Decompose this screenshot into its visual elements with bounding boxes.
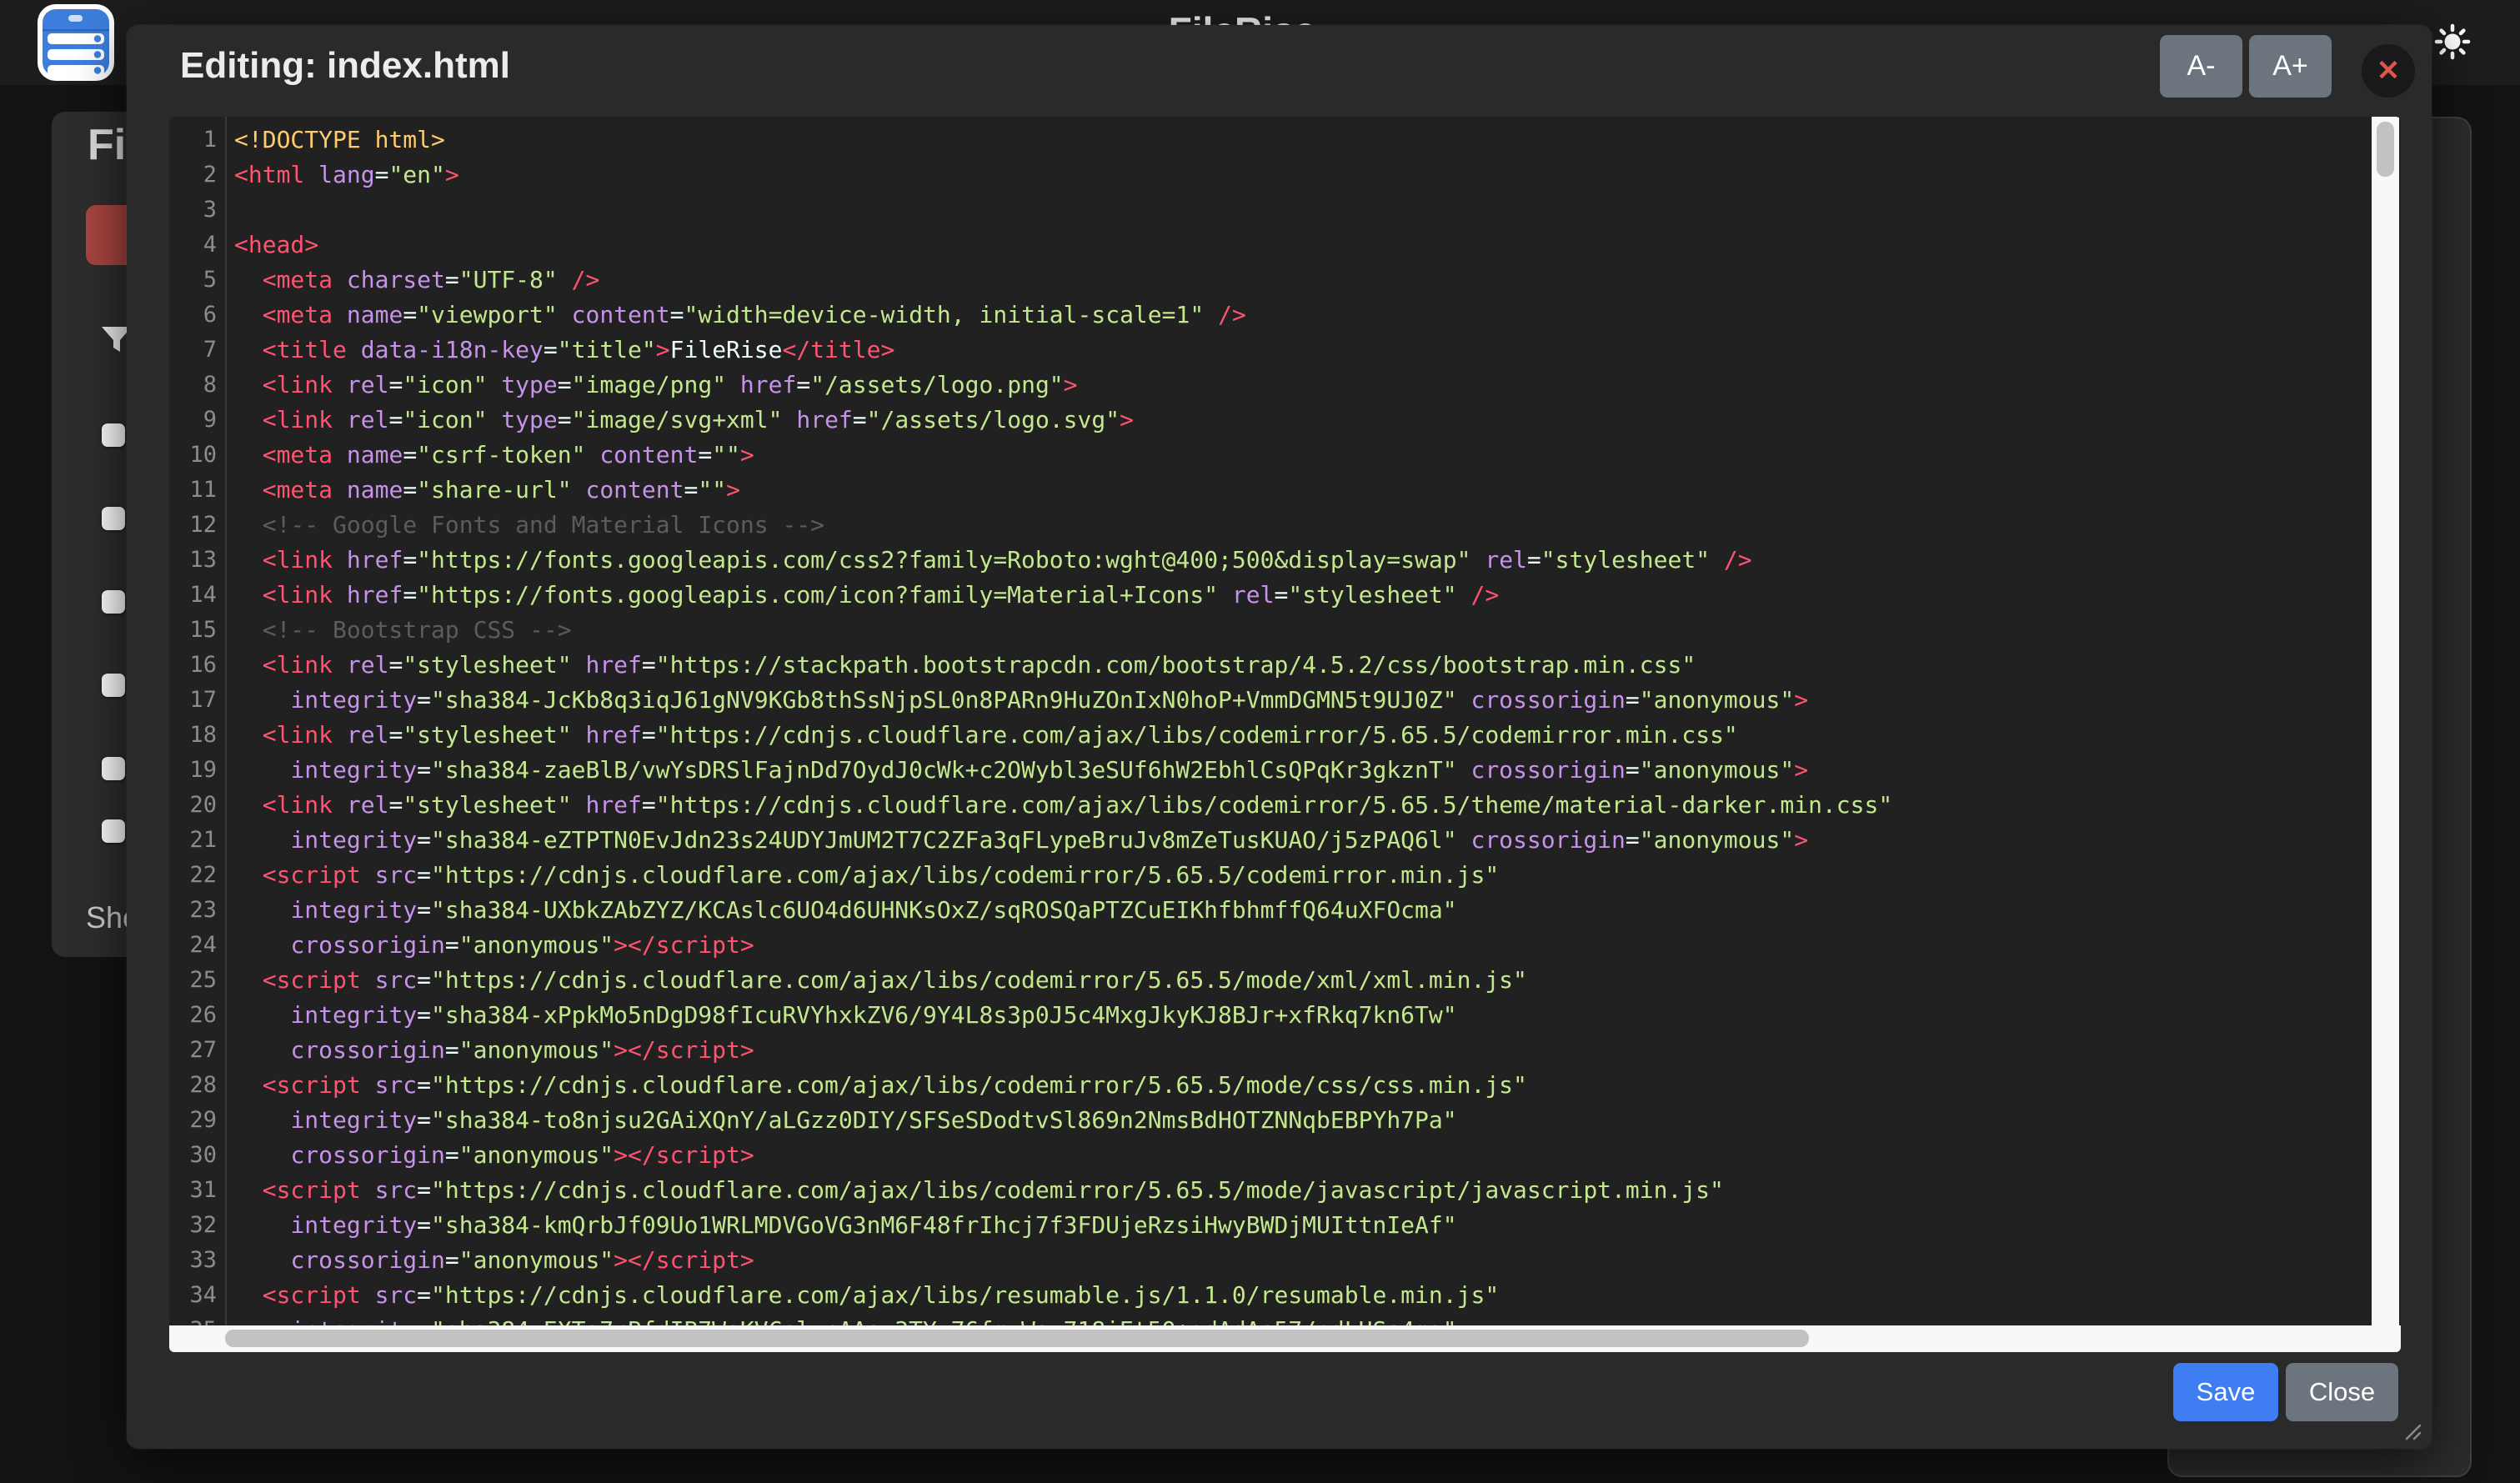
line-number: 25: [169, 963, 218, 998]
code-line: <title data-i18n-key="title">FileRise</t…: [234, 333, 1892, 368]
line-number: 27: [169, 1033, 218, 1068]
line-number: 4: [169, 228, 218, 263]
line-number: 1: [169, 123, 218, 158]
line-number: 12: [169, 508, 218, 543]
line-number: 23: [169, 893, 218, 928]
line-number: 9: [169, 403, 218, 438]
modal-close-icon[interactable]: ✕: [2362, 44, 2415, 98]
line-number: 31: [169, 1173, 218, 1208]
file-checkbox[interactable]: [102, 590, 125, 614]
code-line: <head>: [234, 228, 1892, 263]
code-line: <link rel="icon" type="image/png" href="…: [234, 368, 1892, 403]
code-line: integrity="sha384-to8njsu2GAiXQnY/aLGzz0…: [234, 1103, 1892, 1138]
code-line: integrity="sha384-zaeBlB/vwYsDRSlFajnDd7…: [234, 753, 1892, 788]
line-number: 29: [169, 1103, 218, 1138]
line-number: 19: [169, 753, 218, 788]
code-line: <meta name="csrf-token" content="">: [234, 438, 1892, 473]
line-number: 8: [169, 368, 218, 403]
code-line: <link rel="stylesheet" href="https://cdn…: [234, 788, 1892, 823]
code-line: integrity="sha384-JcKb8q3iqJ61gNV9KGb8th…: [234, 683, 1892, 718]
code-line: <link href="https://fonts.googleapis.com…: [234, 578, 1892, 613]
code-line: integrity="sha384-xPpkMo5nDgD98fIcuRVYhx…: [234, 998, 1892, 1033]
sun-icon: [2434, 23, 2471, 60]
file-checkbox[interactable]: [102, 507, 125, 530]
line-number: 28: [169, 1068, 218, 1103]
font-increase-button[interactable]: A+: [2249, 35, 2332, 98]
panel-heading-fragment: Fi: [88, 120, 126, 170]
resize-handle-icon[interactable]: [2400, 1419, 2422, 1440]
editor-modal: Editing: index.html A- A+ ✕ 123456789101…: [127, 25, 2432, 1449]
line-number: 20: [169, 788, 218, 823]
line-number: 22: [169, 858, 218, 893]
line-number: 26: [169, 998, 218, 1033]
line-number: 34: [169, 1278, 218, 1313]
code-line: <link rel="stylesheet" href="https://cdn…: [234, 718, 1892, 753]
vertical-scrollbar[interactable]: [2372, 117, 2399, 1325]
line-number: 15: [169, 613, 218, 648]
line-number: 7: [169, 333, 218, 368]
code-lines: <!DOCTYPE html><html lang="en"> <head> <m…: [234, 123, 1892, 1348]
code-line: <meta charset="UTF-8" />: [234, 263, 1892, 298]
line-number: 2: [169, 158, 218, 193]
code-line: [234, 193, 1892, 228]
code-line: <!DOCTYPE html>: [234, 123, 1892, 158]
code-line: <meta name="viewport" content="width=dev…: [234, 298, 1892, 333]
theme-toggle-button[interactable]: [2434, 23, 2471, 60]
file-checkbox[interactable]: [102, 674, 125, 697]
file-checkbox[interactable]: [102, 757, 125, 780]
code-line: crossorigin="anonymous"></script>: [234, 928, 1892, 963]
code-line: integrity="sha384-UXbkZAbZYZ/KCAslc6UO4d…: [234, 893, 1892, 928]
line-number: 5: [169, 263, 218, 298]
file-checkbox[interactable]: [102, 819, 125, 843]
line-number: 10: [169, 438, 218, 473]
code-line: <script src="https://cdnjs.cloudflare.co…: [234, 963, 1892, 998]
line-number: 17: [169, 683, 218, 718]
line-number: 21: [169, 823, 218, 858]
horizontal-scrollbar[interactable]: [169, 1325, 2401, 1352]
file-checkbox[interactable]: [102, 423, 125, 447]
filerise-logo-icon[interactable]: [38, 4, 114, 81]
line-number: 32: [169, 1208, 218, 1243]
screen: FileRise Fi D: [0, 0, 2520, 1483]
code-editor[interactable]: 1234567891011121314151617181920212223242…: [169, 117, 2401, 1352]
gutter-numbers: 1234567891011121314151617181920212223242…: [169, 123, 218, 1348]
save-button[interactable]: Save: [2173, 1363, 2278, 1421]
code-line: <script src="https://cdnjs.cloudflare.co…: [234, 1173, 1892, 1208]
code-line: <link rel="icon" type="image/svg+xml" hr…: [234, 403, 1892, 438]
code-line: integrity="sha384-kmQrbJf09Uo1WRLMDVGoVG…: [234, 1208, 1892, 1243]
code-line: <link rel="stylesheet" href="https://sta…: [234, 648, 1892, 683]
code-line: <!-- Google Fonts and Material Icons -->: [234, 508, 1892, 543]
line-number: 18: [169, 718, 218, 753]
code-line: crossorigin="anonymous"></script>: [234, 1138, 1892, 1173]
code-line: <script src="https://cdnjs.cloudflare.co…: [234, 858, 1892, 893]
horizontal-scrollbar-thumb[interactable]: [225, 1330, 1809, 1347]
code-line: <meta name="share-url" content="">: [234, 473, 1892, 508]
vertical-scrollbar-thumb[interactable]: [2377, 122, 2394, 177]
line-number: 16: [169, 648, 218, 683]
code-line: <link href="https://fonts.googleapis.com…: [234, 543, 1892, 578]
line-number: 30: [169, 1138, 218, 1173]
line-number: 13: [169, 543, 218, 578]
code-line: crossorigin="anonymous"></script>: [234, 1033, 1892, 1068]
line-number: 6: [169, 298, 218, 333]
code-line: integrity="sha384-eZTPTN0EvJdn23s24UDYJm…: [234, 823, 1892, 858]
font-decrease-button[interactable]: A-: [2160, 35, 2242, 98]
line-number: 11: [169, 473, 218, 508]
line-number: 33: [169, 1243, 218, 1278]
line-number: 3: [169, 193, 218, 228]
code-line: <!-- Bootstrap CSS -->: [234, 613, 1892, 648]
server-stack-icon: [38, 4, 114, 81]
code-line: crossorigin="anonymous"></script>: [234, 1243, 1892, 1278]
gutter-divider: [225, 117, 227, 1325]
code-line: <html lang="en">: [234, 158, 1892, 193]
line-number: 24: [169, 928, 218, 963]
editor-modal-title: Editing: index.html: [180, 45, 510, 87]
close-button[interactable]: Close: [2286, 1363, 2398, 1421]
line-number: 14: [169, 578, 218, 613]
code-line: <script src="https://cdnjs.cloudflare.co…: [234, 1068, 1892, 1103]
code-line: <script src="https://cdnjs.cloudflare.co…: [234, 1278, 1892, 1313]
